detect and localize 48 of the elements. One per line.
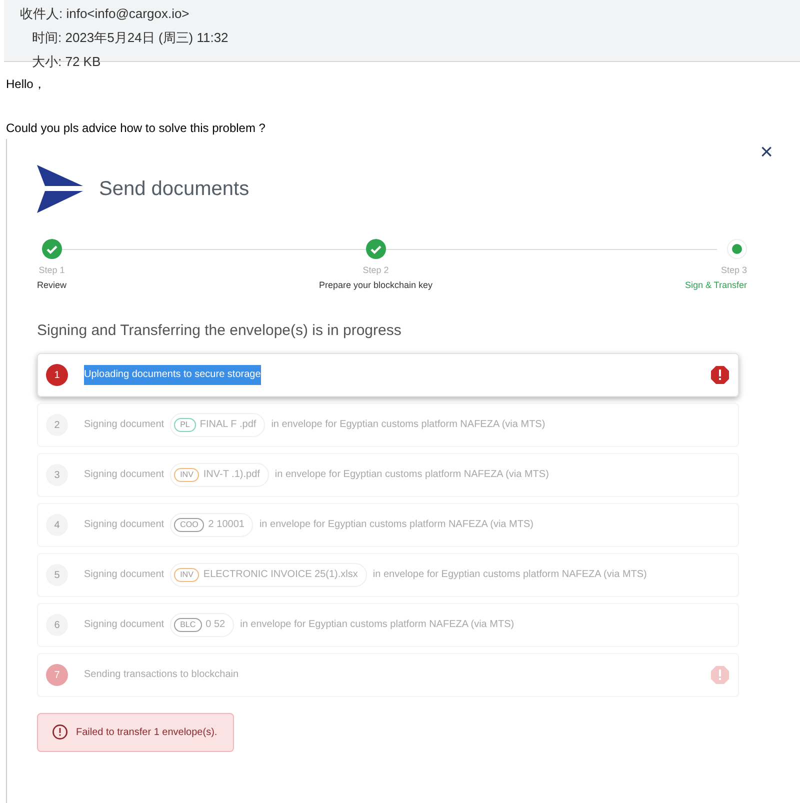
file-name: ELECTRONIC INVOICE 25(1).xlsx — [203, 568, 358, 582]
step-number: Step 1 — [38, 265, 65, 275]
file-name: FINAL F .pdf — [200, 418, 256, 432]
step-number: Step 2 — [362, 265, 389, 275]
time-line: 时间: 2023年5月24日 (周三) 11:32 — [31, 29, 230, 47]
task-text: Sending transactions to blockchain — [84, 668, 239, 682]
step-number-badge: 1 — [46, 364, 68, 386]
document-tag: PL — [174, 418, 196, 432]
task-text: Signing document — [84, 618, 164, 632]
file-name: INV-T .1).pdf — [203, 468, 260, 482]
envelope-text: in envelope for Egyptian customs platform NAFEZA (via MTS) — [240, 618, 514, 632]
error-icon — [710, 665, 730, 685]
document-tag: INV — [174, 568, 200, 582]
recipient-line: 收件人: info<info@cargox.io> — [19, 5, 190, 23]
envelope-text: in envelope for Egyptian customs platform NAFEZA (via MTS) — [259, 518, 534, 532]
task-text: Signing document — [84, 418, 164, 432]
task-text: Signing document — [84, 518, 164, 532]
file-name: 0 52 — [206, 618, 226, 632]
step-number-badge: 3 — [46, 464, 68, 486]
dialog-title: Send documents — [99, 178, 250, 200]
step-label: Prepare your blockchain key — [318, 280, 433, 290]
document-tag: INV — [174, 468, 200, 482]
step-number: Step 3 — [720, 265, 747, 275]
document-tag: BLC — [174, 618, 202, 632]
message-text: Hello， — [5, 76, 46, 93]
step-number-badge: 5 — [46, 564, 68, 586]
task-text: Uploading documents to secure storage — [84, 365, 261, 385]
message-text: Could you pls advice how to solve this problem ? — [5, 121, 266, 135]
step-number-badge: 4 — [46, 514, 68, 536]
document-tag: COO — [174, 518, 204, 532]
step-number-badge: 2 — [46, 414, 68, 436]
step-number-badge: 6 — [46, 614, 68, 636]
error-icon — [710, 365, 730, 385]
task-text: Signing document — [84, 568, 164, 582]
progress-title: Signing and Transferring the envelope(s) is in progress — [37, 322, 402, 339]
error-message: Failed to transfer 1 envelope(s). — [76, 726, 218, 738]
envelope-text: in envelope for Egyptian customs platform NAFEZA (via MTS) — [271, 418, 546, 432]
step-number-badge: 7 — [46, 664, 68, 686]
step-label: Review — [37, 280, 67, 290]
alert-icon — [52, 724, 68, 740]
close-button[interactable]: × — [756, 141, 777, 163]
task-text: Signing document — [84, 468, 164, 482]
paper-plane-logo — [37, 165, 83, 213]
envelope-text: in envelope for Egyptian customs platform NAFEZA (via MTS) — [372, 568, 647, 582]
file-name: 2 10001 — [208, 518, 244, 532]
size-line: 大小: 72 KB — [31, 53, 102, 71]
step-label: Sign & Transfer — [684, 280, 747, 290]
envelope-text: in envelope for Egyptian customs platform NAFEZA (via MTS) — [274, 468, 549, 482]
